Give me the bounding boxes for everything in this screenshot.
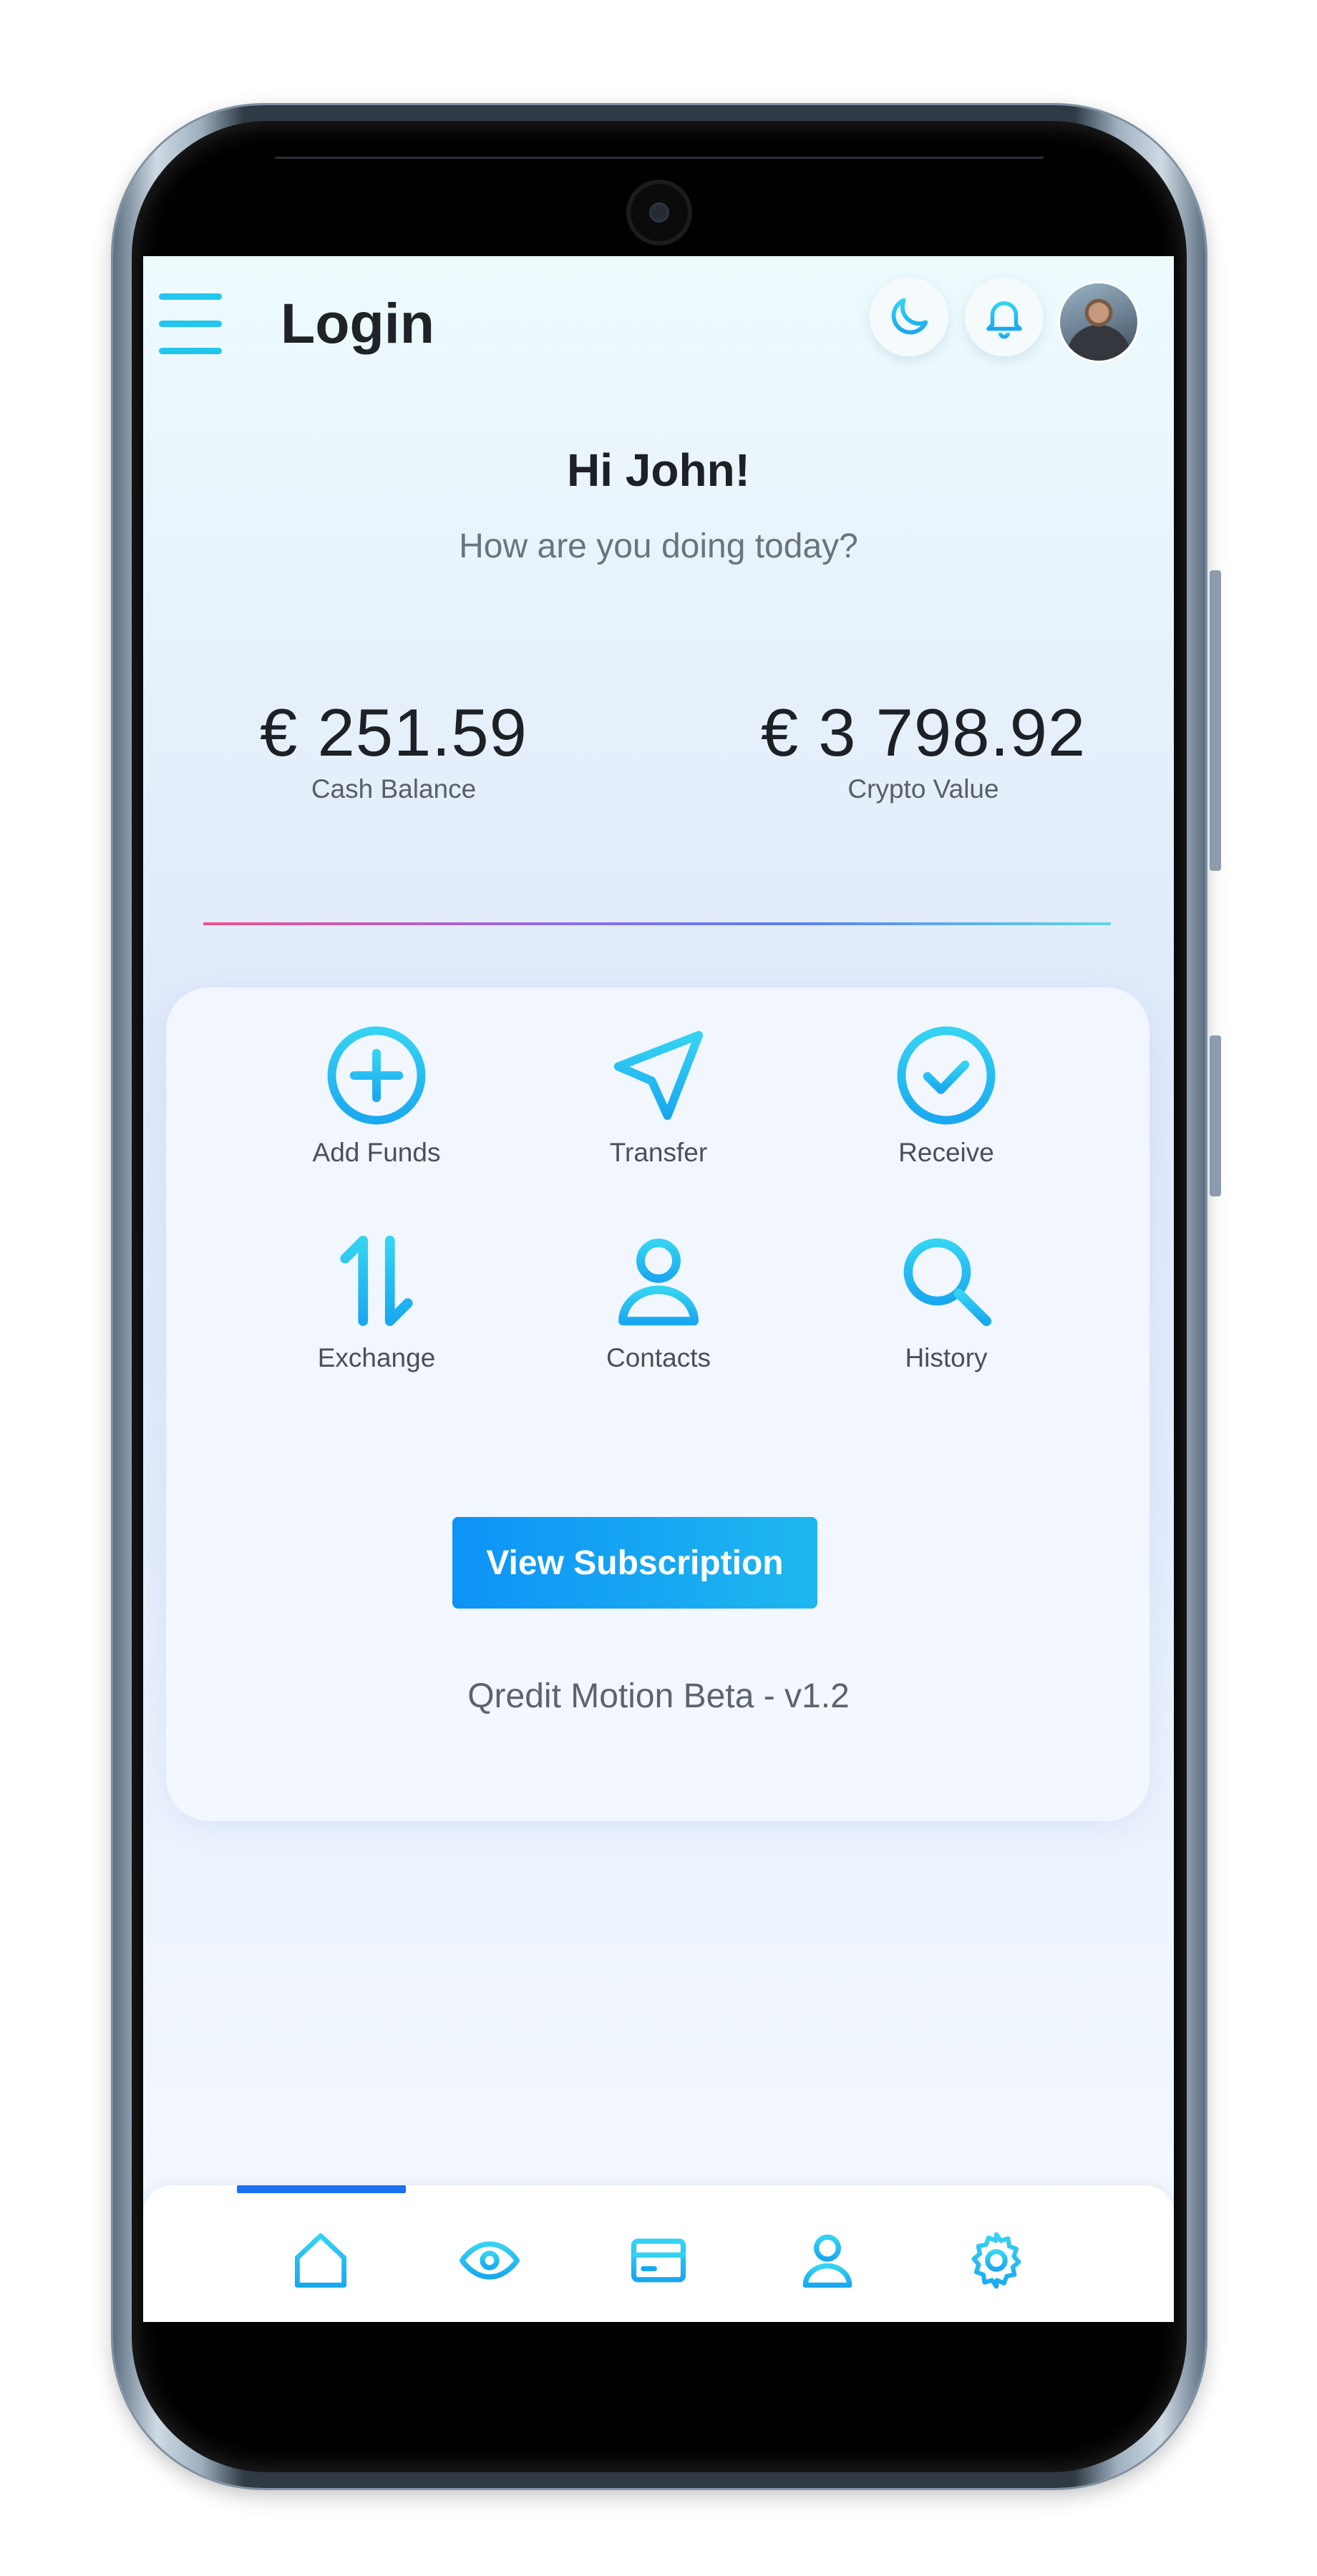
power-button <box>1210 1035 1221 1196</box>
notifications-button[interactable] <box>965 278 1044 356</box>
greeting-headline: Hi John! <box>567 444 750 496</box>
bottom-navigation <box>143 2185 1174 2322</box>
nav-settings[interactable] <box>961 2225 1032 2296</box>
add-funds-button[interactable]: Add Funds <box>262 1022 491 1168</box>
contacts-label: Contacts <box>606 1343 711 1372</box>
cash-balance-label: Cash Balance <box>311 774 477 804</box>
eye-icon <box>460 2241 520 2280</box>
search-icon <box>903 1238 992 1327</box>
history-label: History <box>905 1343 988 1372</box>
crypto-value-label: Crypto Value <box>847 774 999 804</box>
page-title: Login <box>281 291 434 355</box>
exchange-button[interactable]: Exchange <box>262 1227 491 1373</box>
view-subscription-button[interactable]: View Subscription <box>452 1517 817 1609</box>
gear-icon <box>971 2232 1021 2289</box>
receive-button[interactable]: Receive <box>832 1022 1061 1168</box>
nav-home[interactable] <box>285 2225 356 2296</box>
history-button[interactable]: History <box>832 1227 1061 1373</box>
app-version: Qredit Motion Beta - v1.2 <box>467 1677 850 1715</box>
avatar[interactable] <box>1060 283 1137 361</box>
transfer-label: Transfer <box>609 1138 708 1167</box>
cash-balance: € 251.59 Cash Balance <box>208 694 580 804</box>
moon-icon <box>891 298 928 335</box>
home-icon <box>294 2233 347 2288</box>
greeting-subtitle: How are you doing today? <box>459 527 858 565</box>
app-screen: Login Hi John! How are you doing today? … <box>143 256 1174 2322</box>
bell-icon <box>986 301 1022 339</box>
send-icon <box>613 1030 704 1121</box>
nav-profile[interactable] <box>792 2225 863 2296</box>
exchange-label: Exchange <box>317 1343 436 1372</box>
volume-button <box>1210 570 1221 871</box>
front-camera <box>631 184 688 241</box>
crypto-value-amount: € 3 798.92 <box>760 695 1087 770</box>
plus-circle-icon <box>327 1026 426 1125</box>
swap-arrows-icon <box>340 1235 413 1327</box>
profile-icon <box>802 2234 852 2288</box>
card-icon <box>631 2238 686 2283</box>
nav-cards[interactable] <box>623 2225 694 2296</box>
transfer-button[interactable]: Transfer <box>544 1022 773 1168</box>
speaker-grille <box>275 157 1044 159</box>
crypto-value: € 3 798.92 Crypto Value <box>737 694 1109 804</box>
receive-label: Receive <box>898 1138 994 1167</box>
cash-balance-amount: € 251.59 <box>260 695 528 770</box>
theme-toggle-button[interactable] <box>870 278 948 356</box>
nav-watchlist[interactable] <box>454 2225 525 2296</box>
add-funds-label: Add Funds <box>312 1138 441 1167</box>
hamburger-menu-icon[interactable] <box>159 293 223 358</box>
active-tab-indicator <box>237 2185 406 2193</box>
check-circle-icon <box>897 1026 996 1125</box>
gradient-divider <box>203 922 1111 925</box>
contacts-button[interactable]: Contacts <box>544 1227 773 1373</box>
user-icon <box>618 1238 699 1326</box>
